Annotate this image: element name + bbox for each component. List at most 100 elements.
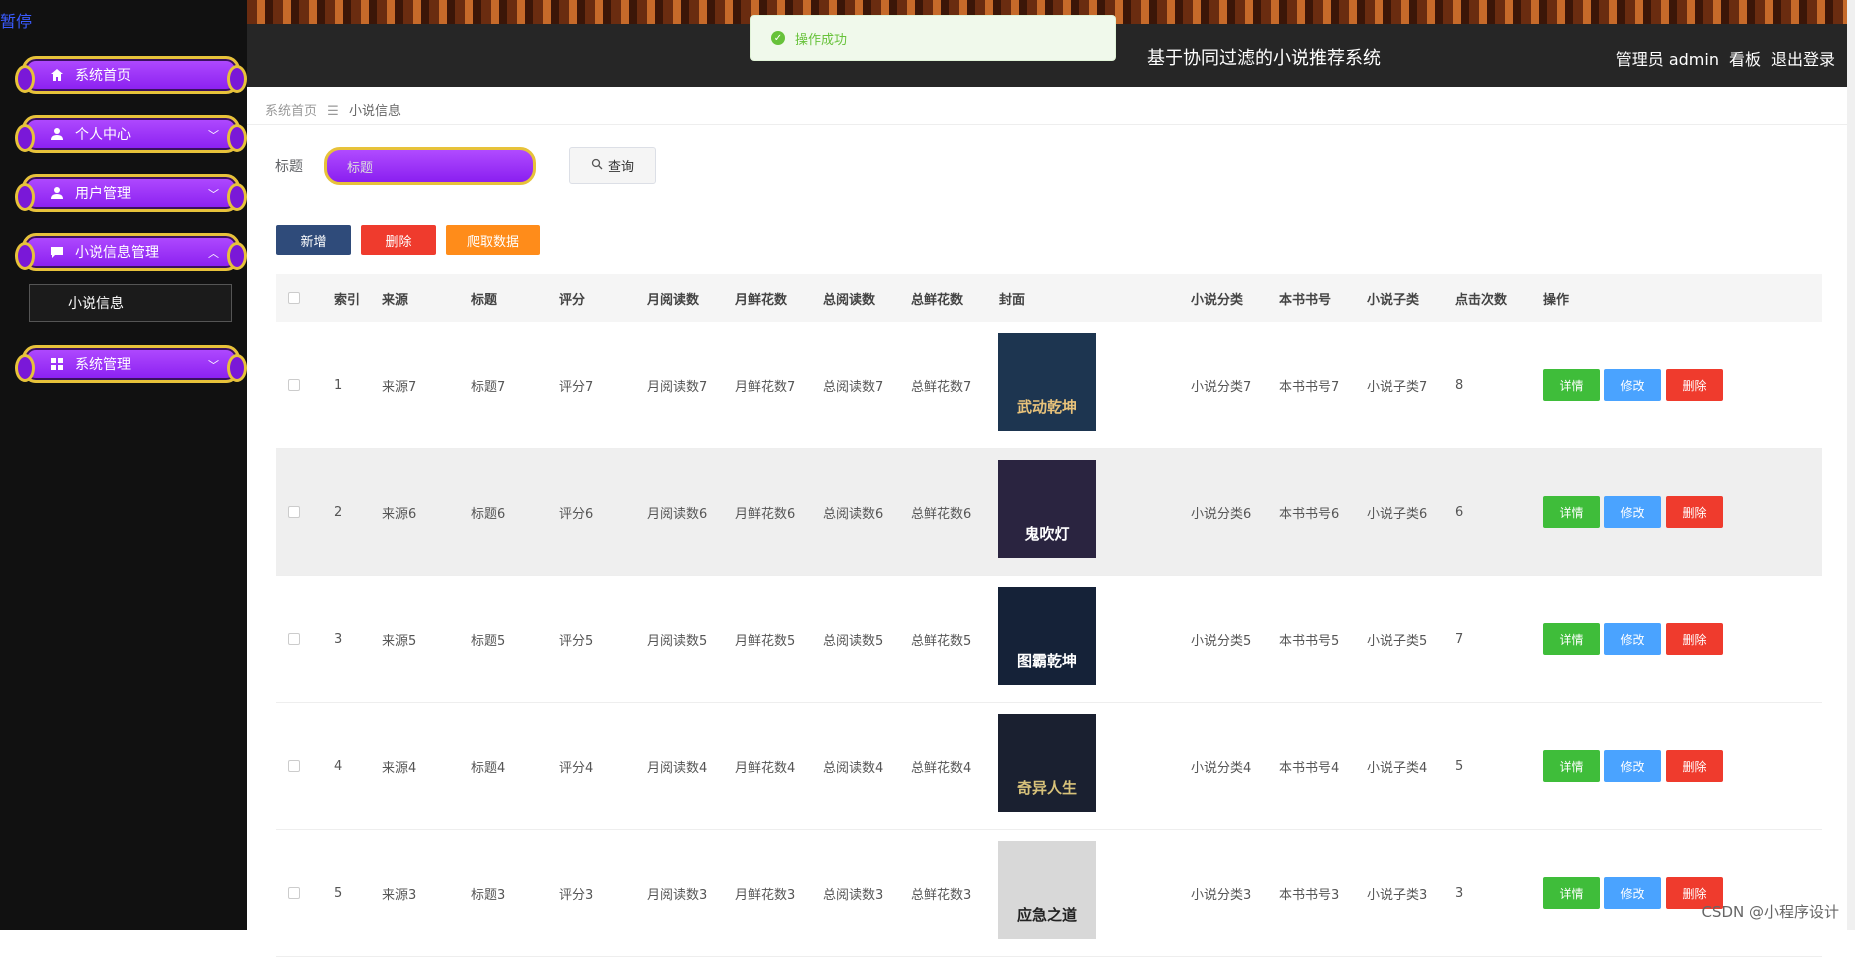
chat-icon: [49, 244, 65, 260]
detail-button[interactable]: 详情: [1543, 877, 1600, 909]
row-checkbox[interactable]: [288, 576, 300, 702]
cell-category: 小说分类7: [1191, 379, 1252, 395]
chevron-down-icon: ﹀: [208, 188, 219, 201]
cell-monthly-reads: 月阅读数7: [647, 379, 708, 395]
sidebar-subitem-novel-info[interactable]: 小说信息: [29, 284, 232, 322]
cell-category: 小说分类3: [1191, 887, 1252, 903]
edit-button[interactable]: 修改: [1604, 877, 1661, 909]
cell-title: 标题4: [471, 760, 506, 776]
col-actions: 操作: [1543, 292, 1570, 308]
sidebar-item-label: 个人中心: [75, 127, 131, 143]
book-cover-image: 武动乾坤: [998, 333, 1096, 431]
breadcrumb: 系统首页 ☰ 小说信息: [265, 100, 401, 119]
cell-clicks: 8: [1455, 377, 1464, 393]
cell-rating: 评分4: [559, 760, 594, 776]
cover-title: 应急之道: [1016, 906, 1077, 924]
row-checkbox[interactable]: [288, 830, 300, 956]
cover-title: 图霸乾坤: [1016, 652, 1077, 670]
crawl-data-button[interactable]: 爬取数据: [446, 225, 540, 255]
edit-button[interactable]: 修改: [1604, 623, 1661, 655]
cell-clicks: 3: [1455, 885, 1464, 901]
sidebar-item-label: 系统首页: [75, 68, 131, 84]
breadcrumb-separator-icon: ☰: [327, 104, 339, 119]
delete-button[interactable]: 删除: [1666, 750, 1723, 782]
cell-clicks: 5: [1455, 758, 1464, 774]
search-icon: [591, 158, 603, 174]
edit-button[interactable]: 修改: [1604, 369, 1661, 401]
cell-subcategory: 小说子类6: [1367, 506, 1428, 522]
cell-total-reads: 总阅读数4: [823, 760, 884, 776]
batch-delete-button[interactable]: 删除: [361, 225, 436, 255]
cell-monthly-flowers: 月鲜花数7: [735, 379, 796, 395]
cell-book-no: 本书书号7: [1279, 379, 1340, 395]
cell-index: 2: [334, 504, 343, 520]
success-toast: ✓ 操作成功: [750, 15, 1116, 61]
cell-monthly-flowers: 月鲜花数6: [735, 506, 796, 522]
select-all-checkbox[interactable]: [288, 274, 300, 322]
cell-source: 来源5: [382, 633, 417, 649]
table-row: 3 来源5 标题5 评分5 月阅读数5 月鲜花数5 总阅读数5 总鲜花数5 小说分类5 本书书号5…: [276, 576, 1822, 703]
col-title: 标题: [471, 292, 498, 308]
edit-button[interactable]: 修改: [1604, 750, 1661, 782]
cell-index: 4: [334, 758, 343, 774]
sidebar-item-personal-center[interactable]: 个人中心 ﹀: [15, 115, 247, 153]
sidebar: 暂停 系统首页 个人中心 ﹀ 用户管理 ﹀ 小说信息管理 ︿ 小说信息 系统管理…: [0, 0, 247, 930]
logout-link[interactable]: 退出登录: [1771, 46, 1835, 70]
sidebar-item-label: 小说信息管理: [75, 245, 159, 261]
cell-source: 来源7: [382, 379, 417, 395]
col-book-no: 本书书号: [1279, 292, 1332, 308]
sidebar-item-home[interactable]: 系统首页: [15, 56, 247, 94]
add-button[interactable]: 新增: [276, 225, 351, 255]
breadcrumb-current: 小说信息: [348, 104, 401, 119]
cell-total-flowers: 总鲜花数7: [911, 379, 972, 395]
delete-button[interactable]: 删除: [1666, 369, 1723, 401]
cell-book-no: 本书书号4: [1279, 760, 1340, 776]
delete-button[interactable]: 删除: [1666, 623, 1723, 655]
row-checkbox[interactable]: [288, 449, 300, 575]
book-cover-image: 鬼吹灯: [998, 460, 1096, 558]
cover-title: 鬼吹灯: [1024, 525, 1070, 543]
breadcrumb-home[interactable]: 系统首页: [265, 104, 317, 119]
table-row: 1 来源7 标题7 评分7 月阅读数7 月鲜花数7 总阅读数7 总鲜花数7 小说分类7 本书书号7…: [276, 322, 1822, 449]
divider: [247, 124, 1855, 125]
cell-total-reads: 总阅读数7: [823, 379, 884, 395]
cell-category: 小说分类4: [1191, 760, 1252, 776]
check-icon: ✓: [771, 31, 785, 45]
title-search-input[interactable]: 标题: [324, 147, 536, 185]
detail-button[interactable]: 详情: [1543, 369, 1600, 401]
search-button[interactable]: 查询: [569, 147, 656, 184]
sidebar-item-user-management[interactable]: 用户管理 ﹀: [15, 174, 247, 212]
cell-monthly-reads: 月阅读数3: [647, 887, 708, 903]
cell-monthly-reads: 月阅读数4: [647, 760, 708, 776]
col-monthly-flowers: 月鲜花数: [735, 292, 788, 308]
detail-button[interactable]: 详情: [1543, 496, 1600, 528]
cell-title: 标题7: [471, 379, 506, 395]
cell-monthly-flowers: 月鲜花数3: [735, 887, 796, 903]
cell-rating: 评分5: [559, 633, 594, 649]
edit-button[interactable]: 修改: [1604, 496, 1661, 528]
pause-link[interactable]: 暂停: [0, 8, 32, 32]
grid-icon: [49, 356, 65, 372]
cell-category: 小说分类6: [1191, 506, 1252, 522]
row-checkbox[interactable]: [288, 703, 300, 829]
cell-clicks: 6: [1455, 504, 1464, 520]
col-total-flowers: 总鲜花数: [911, 292, 964, 308]
row-checkbox[interactable]: [288, 322, 300, 448]
detail-button[interactable]: 详情: [1543, 623, 1600, 655]
dashboard-link[interactable]: 看板: [1729, 46, 1761, 70]
sidebar-item-novel-management[interactable]: 小说信息管理 ︿: [15, 233, 247, 271]
cell-subcategory: 小说子类3: [1367, 887, 1428, 903]
cell-total-reads: 总阅读数3: [823, 887, 884, 903]
book-cover-image: 图霸乾坤: [998, 587, 1096, 685]
cell-book-no: 本书书号6: [1279, 506, 1340, 522]
user-icon: [49, 185, 65, 201]
sidebar-item-system-management[interactable]: 系统管理 ﹀: [15, 345, 247, 383]
delete-button[interactable]: 删除: [1666, 496, 1723, 528]
table-row: 5 来源3 标题3 评分3 月阅读数3 月鲜花数3 总阅读数3 总鲜花数3 小说分类3 本书书号3…: [276, 830, 1822, 957]
cell-total-flowers: 总鲜花数4: [911, 760, 972, 776]
table-row: 2 来源6 标题6 评分6 月阅读数6 月鲜花数6 总阅读数6 总鲜花数6 小说分类6 本书书号6…: [276, 449, 1822, 576]
col-source: 来源: [382, 292, 409, 308]
col-rating: 评分: [559, 292, 586, 308]
detail-button[interactable]: 详情: [1543, 750, 1600, 782]
vertical-scrollbar[interactable]: [1847, 0, 1855, 930]
